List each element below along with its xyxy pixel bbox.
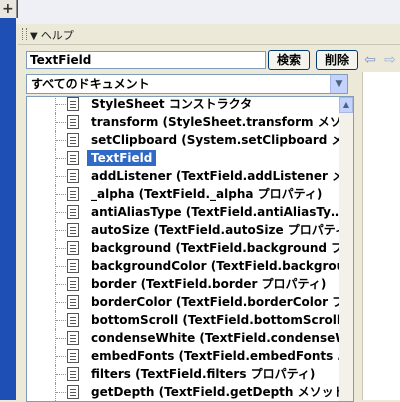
document-icon [67, 277, 79, 291]
dropdown-arrow-icon[interactable]: ▼ [330, 75, 347, 93]
tree-item[interactable]: autoSize (TextField.autoSize プロパティ) [27, 221, 353, 239]
tree-item-label: condenseWhite (TextField.condenseW… [91, 331, 354, 345]
document-icon [67, 187, 79, 201]
top-bar: + [0, 0, 400, 24]
document-icon [67, 313, 79, 327]
tree-connector [55, 185, 66, 203]
tree-item[interactable]: border (TextField.border プロパティ) [27, 275, 337, 293]
document-icon [67, 223, 79, 237]
document-icon [67, 385, 79, 399]
document-icon [67, 259, 79, 273]
tree-item[interactable]: backgroundColor (TextField.backgrou… [27, 257, 353, 275]
tree-connector [55, 347, 66, 365]
document-filter-select[interactable]: すべてのドキュメント ▼ [26, 74, 348, 94]
tree-item[interactable]: StyleSheet コンストラクタ [27, 97, 337, 113]
document-icon [67, 169, 79, 183]
tree-connector [55, 257, 66, 275]
tree-item[interactable]: antiAliasType (TextField.antiAliasTy… [27, 203, 343, 221]
tree-item-label: bottomScroll (TextField.bottomScroll… [91, 313, 353, 327]
help-topic-tree: getDepth (TextField.getDepth メソッド) filter… [26, 96, 354, 402]
document-icon [67, 241, 79, 255]
tree-item-label: background (TextField.background プ… [91, 241, 354, 255]
search-button[interactable]: 検索 [268, 50, 310, 70]
tree-item-label: setClipboard (System.setClipboard メ… [91, 133, 354, 147]
document-filter-value: すべてのドキュメント [31, 77, 150, 91]
tree-connector [55, 97, 66, 113]
tree-item[interactable]: _alpha (TextField._alpha プロパティ) [27, 185, 337, 203]
panel-title[interactable]: ▼ ヘルプ [30, 27, 74, 43]
tree-item[interactable]: background (TextField.background プ… [27, 239, 353, 257]
gripper-icon[interactable] [22, 28, 27, 40]
content-pane [362, 72, 400, 400]
tree-item[interactable]: getDepth (TextField.getDepth メソッド) [27, 383, 351, 401]
document-icon [67, 295, 79, 309]
forward-arrow-icon[interactable]: ⇨ [380, 50, 400, 70]
document-icon [67, 367, 79, 381]
panel-header[interactable]: ▼ ヘルプ [18, 24, 400, 45]
tree-connector [55, 203, 66, 221]
tree-item[interactable]: setClipboard (System.setClipboard メ… [27, 131, 353, 149]
document-icon [67, 151, 79, 165]
tree-connector [55, 239, 66, 257]
delete-button[interactable]: 削除 [316, 50, 358, 70]
tree-item[interactable]: bottomScroll (TextField.bottomScroll… [27, 311, 353, 329]
tree-connector [55, 383, 66, 401]
tree-item-label: getDepth (TextField.getDepth メソッド) [91, 385, 352, 399]
scroll-up-icon[interactable]: ▲ [339, 97, 353, 113]
tree-item-label: border (TextField.border プロパティ) [91, 277, 327, 291]
expand-icon[interactable]: + [0, 0, 17, 18]
tree-item[interactable]: addListener (TextField.addListener メ… [27, 167, 353, 185]
document-icon [67, 331, 79, 345]
tree-item[interactable]: filters (TextField.filters プロパティ) [27, 365, 337, 383]
document-icon [67, 115, 79, 129]
vertical-scrollbar[interactable]: ▲ [339, 97, 353, 401]
tree-item-label: antiAliasType (TextField.antiAliasTy… [91, 205, 343, 219]
tree-connector [55, 149, 66, 167]
tree-item-label: TextField [87, 150, 157, 166]
tree-item-label: backgroundColor (TextField.backgrou… [91, 259, 354, 273]
tree-connector [55, 329, 66, 347]
tree-connector [55, 311, 66, 329]
tree-item-label: StyleSheet コンストラクタ [91, 97, 253, 111]
tree-connector [55, 221, 66, 239]
tree-item-label: borderColor (TextField.borderColor プ… [91, 295, 354, 309]
document-icon [67, 133, 79, 147]
document-icon [67, 205, 79, 219]
tree-connector [55, 293, 66, 311]
search-input[interactable]: TextField [26, 51, 266, 69]
tree-item[interactable]: TextField [27, 149, 337, 167]
left-frame [0, 24, 16, 400]
tree-item-label: _alpha (TextField._alpha プロパティ) [91, 187, 323, 201]
tree-connector [55, 131, 66, 149]
tree-item[interactable]: condenseWhite (TextField.condenseW… [27, 329, 353, 347]
tree-item-label: autoSize (TextField.autoSize プロパティ) [91, 223, 353, 237]
tree-item[interactable]: borderColor (TextField.borderColor プ… [27, 293, 353, 311]
collapse-arrow-icon[interactable]: ▼ [30, 31, 38, 42]
tree-connector [55, 167, 66, 185]
tree-connector [55, 113, 66, 131]
tree-item-label: embedFonts (TextField.embedFonts … [91, 349, 350, 363]
tree-item-label: transform (StyleSheet.transform メソッ… [91, 115, 354, 129]
tree-item[interactable]: transform (StyleSheet.transform メソッ… [27, 113, 353, 131]
tree-item-label: filters (TextField.filters プロパティ) [91, 367, 316, 381]
document-icon [67, 349, 79, 363]
back-arrow-icon[interactable]: ⇦ [360, 50, 380, 70]
tree-connector [55, 275, 66, 293]
document-icon [67, 97, 79, 111]
panel-title-label: ヘルプ [40, 29, 74, 42]
tab-strip [18, 0, 400, 19]
tree-connector [55, 365, 66, 383]
tree-item[interactable]: embedFonts (TextField.embedFonts … [27, 347, 349, 365]
tree-item-label: addListener (TextField.addListener メ… [91, 169, 354, 183]
help-panel: ▼ ヘルプ TextField 検索 削除 ⇦ ⇨ すべてのドキュメント ▼ ge… [16, 24, 400, 402]
